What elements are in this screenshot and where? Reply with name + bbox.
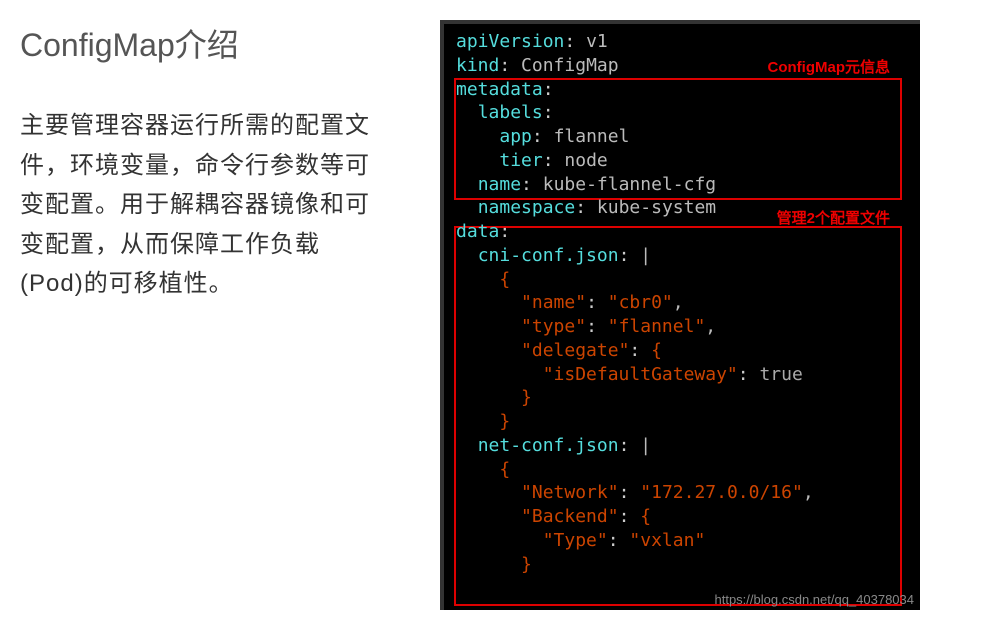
code-line: labels: <box>456 101 908 125</box>
code-line: net-conf.json: | <box>456 434 908 458</box>
code-line: { <box>456 458 908 482</box>
code-line: "type": "flannel", <box>456 315 908 339</box>
code-line: name: kube-flannel-cfg <box>456 173 908 197</box>
annotation-files: 管理2个配置文件 <box>777 209 890 229</box>
code-line: cni-conf.json: | <box>456 244 908 268</box>
code-line: tier: node <box>456 149 908 173</box>
code-panel: ConfigMap元信息 管理2个配置文件 apiVersion: v1 kin… <box>440 20 983 610</box>
code-line: { <box>456 268 908 292</box>
code-line: "Backend": { <box>456 505 908 529</box>
page-title: ConfigMap介绍 <box>20 20 380 66</box>
yaml-code-block: ConfigMap元信息 管理2个配置文件 apiVersion: v1 kin… <box>440 20 920 610</box>
code-line: } <box>456 553 908 577</box>
code-line: "delegate": { <box>456 339 908 363</box>
description-text: 主要管理容器运行所需的配置文件，环境变量，命令行参数等可变配置。用于解耦容器镜像… <box>20 106 380 304</box>
code-line: "isDefaultGateway": true <box>456 363 908 387</box>
code-line: } <box>456 386 908 410</box>
text-panel: ConfigMap介绍 主要管理容器运行所需的配置文件，环境变量，命令行参数等可… <box>20 20 440 610</box>
code-line: "Network": "172.27.0.0/16", <box>456 481 908 505</box>
code-line: apiVersion: v1 <box>456 30 908 54</box>
annotation-meta: ConfigMap元信息 <box>768 58 890 78</box>
code-line: } <box>456 410 908 434</box>
code-line: "name": "cbr0", <box>456 291 908 315</box>
code-line: app: flannel <box>456 125 908 149</box>
watermark-text: https://blog.csdn.net/qq_40378034 <box>715 591 915 608</box>
code-line: "Type": "vxlan" <box>456 529 908 553</box>
code-line: metadata: <box>456 78 908 102</box>
